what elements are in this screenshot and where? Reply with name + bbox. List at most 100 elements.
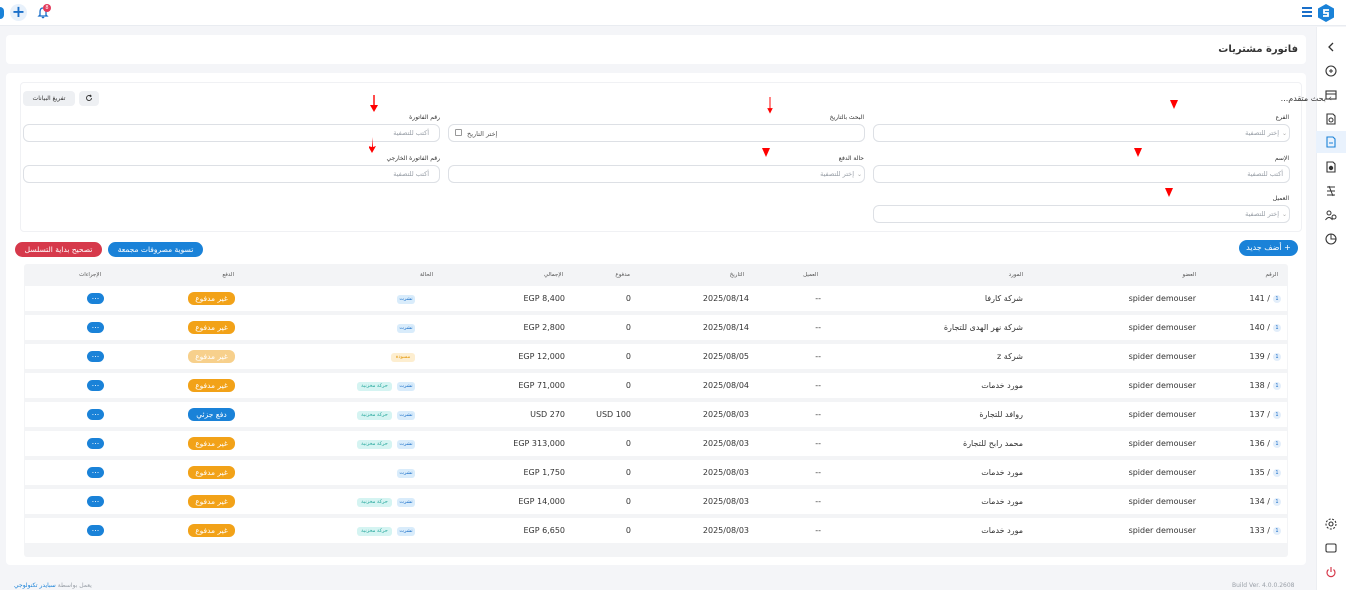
table-row[interactable]: 1 138 / spider demouser مورد خدمات -- 2025/08… [25, 373, 1287, 398]
external-invoice-input[interactable]: أكتب للتصفية [23, 165, 440, 183]
dashboard-icon[interactable] [1324, 64, 1338, 78]
powered-by: يعمل بواسطة سبايدر تكنولوجي [14, 582, 92, 589]
invoice-date: 2025/08/03 [702, 526, 749, 535]
payment-status-pill[interactable]: غير مدفوع [188, 495, 235, 508]
page-title: فاتورة مشتريات [1218, 44, 1298, 55]
date-search-label: البحث بالتاريخ [829, 114, 864, 121]
menu-icon[interactable] [1302, 7, 1312, 17]
add-new-button[interactable]: + أضف جديد [1239, 240, 1298, 256]
row-actions-button[interactable]: ... [87, 525, 104, 536]
annotation-arrow-icon [1134, 148, 1142, 157]
table-row[interactable]: 1 141 / spider demouser شركة كارفا -- 2025/08… [25, 286, 1287, 311]
annotation-arrow-icon [1165, 188, 1173, 197]
calendar-icon [455, 129, 462, 136]
row-actions-button[interactable]: ... [87, 438, 104, 449]
analytics-icon[interactable] [1324, 232, 1338, 246]
row-actions-button[interactable]: ... [87, 351, 104, 362]
invoice-number[interactable]: 134 / [1249, 497, 1270, 506]
logo-icon[interactable] [1316, 3, 1336, 23]
payment-status-pill[interactable]: غير مدفوع [188, 379, 235, 392]
total-amount: EGP 6,650 [523, 526, 565, 535]
table-row[interactable]: 1 139 / spider demouser شركة z -- 2025/08/05 0… [25, 344, 1287, 369]
invoice-number[interactable]: 135 / [1249, 468, 1270, 477]
status-badge: نشرت [397, 498, 415, 507]
settle-expenses-button[interactable]: تسوية مصروفات مجمعة [108, 242, 203, 257]
gear-icon[interactable] [1324, 517, 1338, 531]
sales-icon[interactable] [1324, 112, 1338, 126]
table-row[interactable]: 1 134 / spider demouser مورد خدمات -- 2025/08… [25, 489, 1287, 514]
client-select[interactable]: ⌄ إختر للتصفية [873, 205, 1290, 223]
payment-status-pill[interactable]: دفع جزئي [188, 408, 235, 421]
payment-status-select[interactable]: ⌄ إختر للتصفية [448, 165, 865, 183]
th-supplier: المورد [1008, 272, 1023, 278]
supplier-name: مورد خدمات [981, 468, 1023, 477]
paid-amount: 0 [625, 381, 631, 390]
payment-status-pill[interactable]: غير مدفوع [188, 292, 235, 305]
chevron-left-icon[interactable] [1324, 40, 1338, 54]
invoice-number[interactable]: 138 / [1249, 381, 1270, 390]
refresh-button[interactable] [79, 91, 99, 106]
row-actions-button[interactable]: ... [87, 467, 104, 478]
branch-label: الفرع [1275, 114, 1289, 121]
table-row[interactable]: 1 133 / spider demouser مورد خدمات -- 2025/08… [25, 518, 1287, 543]
client-name: -- [815, 526, 821, 535]
payment-status-pill[interactable]: غير مدفوع [188, 350, 235, 363]
total-amount: EGP 12,000 [518, 352, 565, 361]
chevron-left-icon[interactable]: ‹ [1328, 94, 1332, 104]
row-actions-button[interactable]: ... [87, 322, 104, 333]
branch-select[interactable]: ⌄ إختر للتصفية [873, 124, 1290, 142]
th-status: الحالة [419, 272, 433, 278]
display-icon[interactable] [1324, 541, 1338, 555]
payment-status-pill[interactable]: غير مدفوع [188, 437, 235, 450]
plus-icon[interactable]: + [10, 4, 27, 21]
expenses-icon[interactable] [1324, 160, 1338, 174]
power-icon[interactable] [1324, 565, 1338, 579]
th-total: الإجمالي [543, 272, 563, 278]
advanced-search-toggle[interactable]: بحث متقدم... [1281, 94, 1326, 103]
invoice-number[interactable]: 136 / [1249, 439, 1270, 448]
invoice-number[interactable]: 137 / [1249, 410, 1270, 419]
clear-data-button[interactable]: تفريغ البيانات [23, 91, 75, 106]
supplier-name: شركة z [997, 352, 1023, 361]
invoice-number[interactable]: 133 / [1249, 526, 1270, 535]
fix-sequence-button[interactable]: تصحيح بداية التسلسل [15, 242, 102, 257]
powered-by-link[interactable]: سبايدر تكنولوجي [14, 582, 56, 589]
row-actions-button[interactable]: ... [87, 293, 104, 304]
purchases-icon[interactable] [1324, 135, 1338, 149]
external-invoice-placeholder: أكتب للتصفية [393, 170, 429, 178]
name-placeholder: أكتب للتصفية [1247, 170, 1283, 178]
supplier-name: محمد رابح للتجارة [963, 439, 1023, 448]
table-row[interactable]: 1 140 / spider demouser شركة نهر الهدى للتج… [25, 315, 1287, 340]
total-amount: EGP 8,400 [523, 294, 565, 303]
member-name: spider demouser [1128, 497, 1196, 506]
status-badge: نشرت [397, 469, 415, 478]
row-actions-button[interactable]: ... [87, 496, 104, 507]
name-input[interactable]: أكتب للتصفية [873, 165, 1290, 183]
row-badge: 1 [1273, 440, 1281, 448]
supplier-name: شركة نهر الهدى للتجارة [943, 323, 1023, 332]
payment-status-pill[interactable]: غير مدفوع [188, 524, 235, 537]
invoice-number[interactable]: 140 / [1249, 323, 1270, 332]
client-name: -- [815, 323, 821, 332]
status-badge: نشرت [397, 324, 415, 333]
payment-status-pill[interactable]: غير مدفوع [188, 321, 235, 334]
notification-badge: 8 [43, 4, 51, 12]
top-bar: + 8 [0, 0, 1346, 26]
table-row[interactable]: 1 137 / spider demouser روافد للتجارة -- 2025… [25, 402, 1287, 427]
status-badge: حركة مخزنية [357, 382, 392, 391]
date-placeholder: إختر التاريخ [467, 130, 498, 138]
invoice-date: 2025/08/05 [702, 352, 749, 361]
date-range-input[interactable]: إختر التاريخ [448, 124, 865, 142]
payment-status-pill[interactable]: غير مدفوع [188, 466, 235, 479]
row-actions-button[interactable]: ... [87, 380, 104, 391]
invoice-number[interactable]: 141 / [1249, 294, 1270, 303]
row-actions-button[interactable]: ... [87, 409, 104, 420]
row-badge: 1 [1273, 527, 1281, 535]
users-icon[interactable] [1324, 208, 1338, 222]
table-row[interactable]: 1 135 / spider demouser مورد خدمات -- 2025/08… [25, 460, 1287, 485]
chevron-down-icon: ⌄ [1281, 211, 1287, 218]
invoice-number[interactable]: 139 / [1249, 352, 1270, 361]
side-toggle[interactable] [0, 7, 4, 19]
reports-icon[interactable] [1324, 184, 1338, 198]
table-row[interactable]: 1 136 / spider demouser محمد رابح للتجارة --… [25, 431, 1287, 456]
